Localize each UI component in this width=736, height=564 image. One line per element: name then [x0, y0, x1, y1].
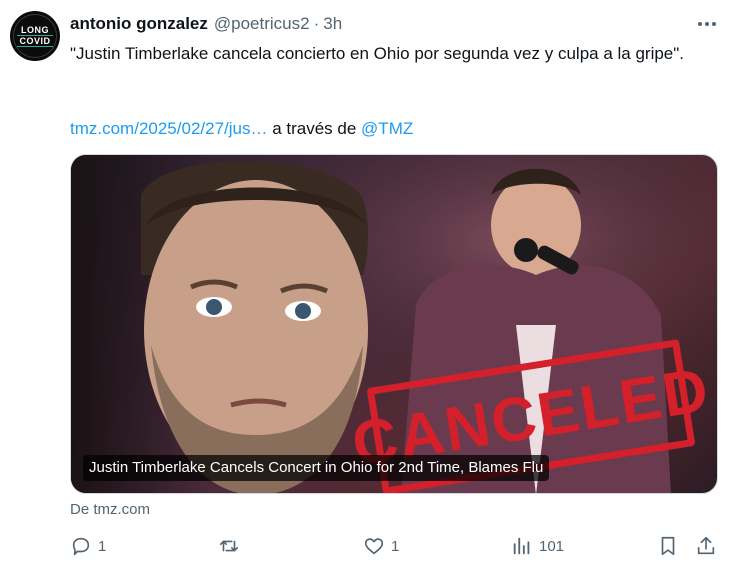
like-button[interactable]: 1 — [363, 532, 399, 560]
more-button[interactable] — [694, 13, 720, 35]
user-name[interactable]: antonio gonzalez — [70, 14, 208, 34]
tweet-header: antonio gonzalez @poetricus2 · 3h — [70, 13, 342, 35]
like-icon — [364, 538, 384, 555]
avatar-line-1: LONG — [21, 25, 49, 35]
avatar-badge: LONG COVID — [13, 14, 57, 58]
share-icon — [697, 536, 715, 555]
separator-dot: · — [313, 14, 320, 33]
avatar[interactable]: LONG COVID — [10, 11, 60, 61]
bookmark-button[interactable] — [657, 532, 679, 560]
via-text: a través de — [267, 119, 362, 138]
action-bar: 1 1 101 — [0, 532, 736, 560]
bookmark-icon — [661, 536, 675, 556]
reply-button[interactable]: 1 — [70, 532, 106, 560]
reply-icon — [72, 537, 90, 556]
tweet-link-line: tmz.com/2025/02/27/jus… a través de @TMZ — [70, 116, 413, 142]
user-handle[interactable]: @poetricus2 — [214, 14, 310, 34]
article-link[interactable]: tmz.com/2025/02/27/jus… — [70, 119, 267, 138]
view-count: 101 — [539, 537, 565, 555]
views-icon — [513, 537, 530, 555]
tweet-text: "Justin Timberlake cancela concierto en … — [70, 44, 685, 63]
more-icon — [698, 22, 716, 26]
avatar-line-2: COVID — [17, 35, 53, 47]
views-button[interactable]: 101 — [511, 532, 564, 560]
mention-link[interactable]: @TMZ — [361, 119, 413, 138]
reply-count: 1 — [98, 537, 107, 555]
retweet-icon — [219, 540, 239, 552]
retweet-button[interactable] — [218, 532, 246, 560]
share-button[interactable] — [695, 532, 717, 560]
card-source[interactable]: De tmz.com — [70, 501, 150, 518]
like-count: 1 — [391, 537, 400, 555]
link-card[interactable]: CANCELED Justin Timberlake Cancels Conce… — [70, 154, 718, 494]
timestamp[interactable]: 3h — [323, 14, 342, 34]
card-caption: Justin Timberlake Cancels Concert in Ohi… — [83, 455, 550, 481]
